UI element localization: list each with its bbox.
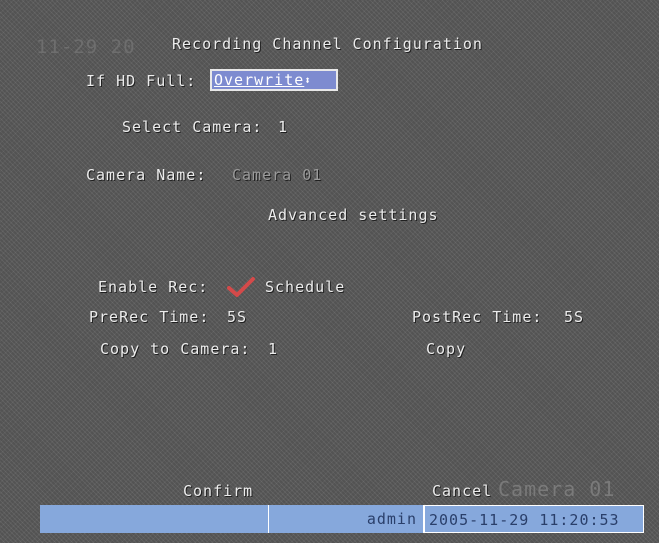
status-datetime: 2005-11-29 11:20:53	[424, 505, 644, 533]
prerec-time-label: PreRec Time:	[89, 308, 210, 326]
status-cell-empty	[40, 505, 269, 533]
select-camera-label: Select Camera:	[122, 118, 263, 136]
camera-name-field[interactable]: Camera 01	[232, 166, 322, 184]
schedule-button[interactable]: Schedule	[265, 278, 345, 296]
copy-button[interactable]: Copy	[426, 340, 466, 358]
status-user: admin	[269, 505, 424, 533]
postrec-time-value[interactable]: 5S	[564, 308, 584, 326]
copy-to-camera-label: Copy to Camera:	[100, 340, 251, 358]
check-icon[interactable]	[226, 275, 256, 299]
hd-full-dropdown[interactable]: Overwrite⬍	[210, 69, 338, 91]
osd-screen: 11-29 20 Recording Channel Configuration…	[0, 0, 659, 543]
postrec-time-label: PostRec Time:	[412, 308, 543, 326]
status-bar: admin 2005-11-29 11:20:53	[40, 505, 644, 533]
select-camera-value[interactable]: 1	[278, 118, 288, 136]
camera-name-label: Camera Name:	[86, 166, 207, 184]
camera-watermark: Camera 01	[498, 477, 616, 501]
hd-full-label: If HD Full:	[86, 72, 197, 90]
cancel-button[interactable]: Cancel	[432, 482, 492, 500]
dialog-title: Recording Channel Configuration	[172, 35, 483, 53]
osd-date-overlay: 11-29 20	[36, 36, 136, 58]
prerec-time-value[interactable]: 5S	[227, 308, 247, 326]
hd-full-value: Overwrite	[214, 71, 305, 89]
confirm-button[interactable]: Confirm	[183, 482, 253, 500]
advanced-settings-button[interactable]: Advanced settings	[268, 206, 439, 224]
enable-rec-label: Enable Rec:	[98, 278, 209, 296]
dropdown-arrows-icon: ⬍	[304, 74, 312, 87]
copy-to-camera-value[interactable]: 1	[268, 340, 278, 358]
